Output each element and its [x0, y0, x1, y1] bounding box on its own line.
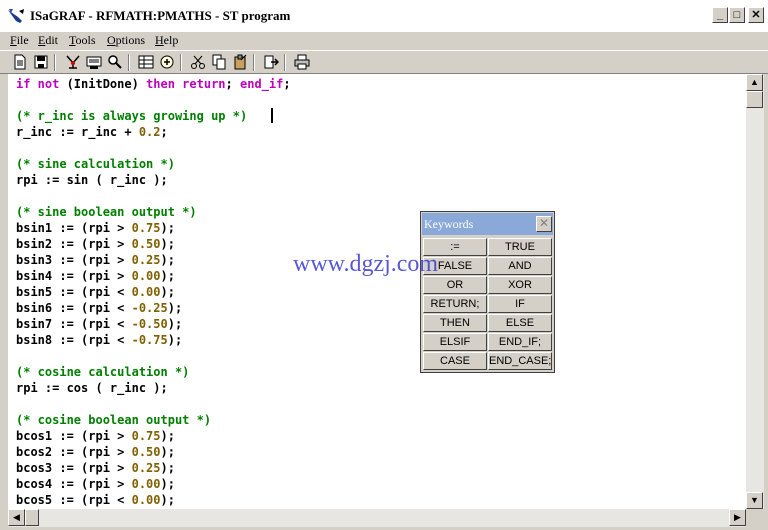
title-bar: ISaGRAF - RFMATH:PMATHS - ST program _ □…: [0, 0, 768, 32]
scroll-down-button[interactable]: ▼: [746, 492, 763, 509]
code-line: bsin5 := (rpi < 0.00);: [16, 285, 175, 299]
keyword-button-or[interactable]: OR: [423, 276, 487, 294]
keyword-button-if[interactable]: IF: [488, 295, 552, 313]
code-line: r_inc := r_inc + 0.2;: [16, 125, 168, 139]
keyword-button-elsif[interactable]: ELSIF: [423, 333, 487, 351]
keyword-button-return[interactable]: RETURN;: [423, 295, 487, 313]
isagraf-app-icon[interactable]: [6, 7, 26, 25]
code-line: bcos1 := (rpi > 0.75);: [16, 429, 175, 443]
menu-tools[interactable]: Tools: [69, 33, 96, 48]
cut-icon[interactable]: [190, 54, 206, 70]
scroll-right-button[interactable]: ▶: [729, 509, 746, 526]
code-line: bsin3 := (rpi > 0.25);: [16, 253, 175, 267]
save-icon[interactable]: [33, 54, 49, 70]
keywords-palette: Keywords ✕ := TRUE FALSE AND OR XOR RETU…: [420, 211, 555, 373]
toolbar-separator: [180, 54, 182, 71]
watermark: www.dgzj.com: [293, 251, 439, 277]
code-comment: (* cosine calculation *): [16, 365, 190, 379]
toolbar-separator: [54, 54, 56, 71]
insert-icon[interactable]: [263, 54, 279, 70]
code-comment: (* r_inc is always growing up *): [16, 109, 248, 123]
scroll-up-button[interactable]: ▲: [746, 74, 763, 91]
toolbar-separator: [253, 54, 255, 71]
code-line: rpi := cos ( r_inc );: [16, 381, 168, 395]
scroll-left-button[interactable]: ◀: [8, 509, 25, 526]
code-line: if not (InitDone) then return; end_if;: [16, 77, 291, 91]
menu-help[interactable]: Help: [155, 33, 178, 48]
vertical-scrollbar[interactable]: ▲ ▼: [746, 74, 764, 509]
code-comment: (* cosine boolean output *): [16, 413, 212, 427]
code-comment: (* sine calculation *): [16, 157, 175, 171]
close-button[interactable]: ✕: [748, 7, 764, 23]
goto-icon[interactable]: [159, 54, 175, 70]
keyword-button-else[interactable]: ELSE: [488, 314, 552, 332]
code-line: rpi := sin ( r_inc );: [16, 173, 168, 187]
vertical-scroll-thumb[interactable]: [746, 91, 763, 108]
scrollbar-corner: [746, 509, 764, 527]
keywords-close-button[interactable]: ✕: [536, 216, 552, 232]
variables-icon[interactable]: [138, 54, 154, 70]
toolbar: [0, 50, 768, 74]
find-icon[interactable]: [107, 54, 123, 70]
menu-edit[interactable]: Edit: [38, 33, 58, 48]
st-code-editor[interactable]: if not (InitDone) then return; end_if; (…: [8, 74, 746, 509]
code-line: bsin8 := (rpi < -0.75);: [16, 333, 183, 347]
paste-icon[interactable]: [232, 54, 248, 70]
keyword-button-then[interactable]: THEN: [423, 314, 487, 332]
keyword-button-true[interactable]: TRUE: [488, 238, 552, 256]
keyword-button-end-case[interactable]: END_CASE;: [488, 352, 552, 370]
code-comment: (* sine boolean output *): [16, 205, 197, 219]
text-caret: [271, 108, 273, 123]
code-line: bsin4 := (rpi > 0.00);: [16, 269, 175, 283]
keywords-title-bar[interactable]: Keywords ✕: [422, 213, 553, 235]
code-line: bcos3 := (rpi > 0.25);: [16, 461, 175, 475]
keywords-title: Keywords: [424, 217, 474, 231]
code-line: bsin2 := (rpi > 0.50);: [16, 237, 175, 251]
new-icon[interactable]: [12, 54, 28, 70]
toolbar-separator: [284, 54, 286, 71]
print-icon[interactable]: [294, 54, 310, 70]
code-line: bsin6 := (rpi < -0.25);: [16, 301, 183, 315]
window-frame-right: [764, 74, 768, 530]
code-line: bsin1 := (rpi > 0.75);: [16, 221, 175, 235]
keyword-button-case[interactable]: CASE: [423, 352, 487, 370]
keyword-button-and[interactable]: AND: [488, 257, 552, 275]
horizontal-scrollbar[interactable]: ◀ ▶: [8, 509, 746, 527]
compile-icon[interactable]: [65, 54, 81, 70]
minimize-button[interactable]: _: [712, 7, 728, 23]
code-line: bcos5 := (rpi < 0.00);: [16, 493, 175, 507]
menu-file[interactable]: File: [10, 33, 29, 48]
copy-icon[interactable]: [211, 54, 227, 70]
toolbar-separator: [128, 54, 130, 71]
code-line: bcos4 := (rpi > 0.00);: [16, 477, 175, 491]
maximize-button[interactable]: □: [729, 7, 745, 23]
code-line: bsin7 := (rpi < -0.50);: [16, 317, 183, 331]
window-frame-left: [0, 74, 8, 530]
menu-options[interactable]: Options: [107, 33, 145, 48]
print-preview-icon[interactable]: [86, 54, 102, 70]
horizontal-scroll-thumb[interactable]: [25, 509, 39, 526]
window-title: ISaGRAF - RFMATH:PMATHS - ST program: [30, 8, 291, 23]
menu-bar: File Edit Tools Options Help: [0, 32, 768, 50]
code-line: bcos2 := (rpi > 0.50);: [16, 445, 175, 459]
keyword-button-end-if[interactable]: END_IF;: [488, 333, 552, 351]
keyword-button-xor[interactable]: XOR: [488, 276, 552, 294]
